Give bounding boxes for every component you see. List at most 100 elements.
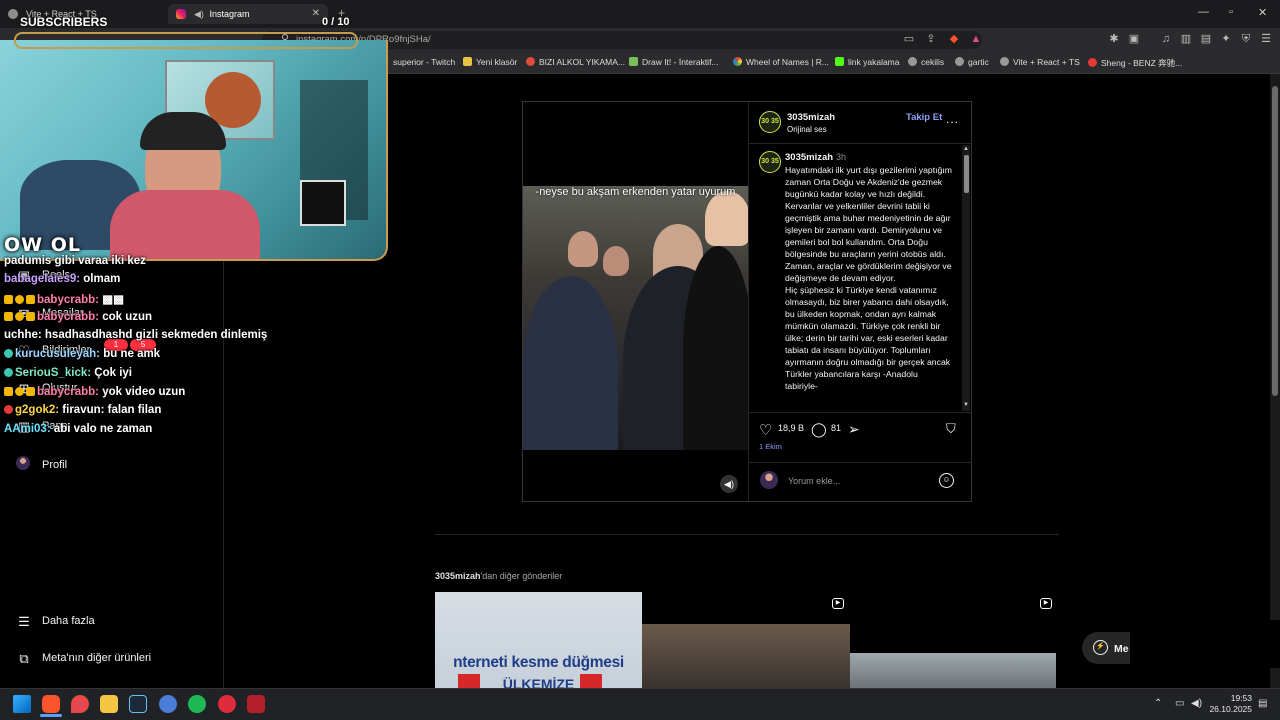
bookmark[interactable]: Draw It! - İnteraktif...	[629, 57, 719, 67]
divider	[748, 102, 749, 501]
bookmark[interactable]: Wheel of Names | R...	[733, 57, 829, 67]
post-thumbnail[interactable]	[850, 653, 1056, 688]
app-icon[interactable]	[159, 695, 177, 713]
caption-author-avatar[interactable]: 30 35	[759, 151, 781, 173]
like-icon[interactable]: ♡	[759, 421, 772, 439]
network-icon[interactable]: ▭	[1175, 698, 1184, 709]
chat-message: uchhe: hsadhasdhashd gizli sekmeden dinl…	[4, 329, 268, 341]
comments-count[interactable]: 81	[831, 423, 841, 433]
wallet-icon[interactable]: ▤	[1199, 32, 1213, 46]
post-author-avatar[interactable]: 30 35	[759, 111, 781, 133]
minimize-icon[interactable]: —	[1198, 6, 1209, 18]
bookmark[interactable]: link yakalama	[835, 57, 900, 67]
scroll-down-icon[interactable]: ▼	[963, 402, 969, 408]
sub-badge-icon	[4, 387, 13, 396]
comment-input[interactable]: Yorum ekle...	[788, 476, 840, 486]
badge-icon	[4, 405, 13, 414]
bookmark[interactable]: cekilis	[908, 57, 944, 67]
more-options-icon[interactable]: ...	[946, 112, 959, 126]
brave-icon[interactable]	[42, 695, 60, 713]
webcam-frame-bar	[14, 32, 358, 49]
subscribers-count: 0 / 10	[322, 16, 350, 28]
meta-apps-icon: ⧉	[19, 651, 29, 666]
gift-badge-icon	[26, 295, 35, 304]
chat-message: AAmi03: abi valo ne zaman	[4, 423, 153, 435]
badge-icon	[15, 387, 24, 396]
folder-icon[interactable]	[100, 695, 118, 713]
bookmark[interactable]: Sheng - BENZ 奔驰...	[1088, 57, 1182, 69]
sidebar-item-profile[interactable]: Profil	[16, 456, 67, 471]
person-head	[603, 246, 629, 276]
post-thumbnail[interactable]	[642, 624, 850, 688]
sidebar-item-more[interactable]: ☰ Daha fazla	[16, 614, 94, 629]
tab-instagram[interactable]: ◀) Instagram ✕	[168, 4, 328, 24]
chat-message: kurucusuleyah: bu ne amk	[4, 348, 160, 360]
post-date[interactable]: 1 Ekim	[759, 442, 782, 451]
post-username[interactable]: 3035mizah	[787, 112, 835, 123]
spotify-icon[interactable]	[188, 695, 206, 713]
install-icon[interactable]: ▭	[902, 32, 916, 46]
sidebar-item-meta[interactable]: ⧉ Meta'nın diğer ürünleri	[16, 651, 151, 666]
wheel-icon	[733, 57, 742, 66]
tray-chevron-icon[interactable]: ⌃	[1154, 698, 1162, 709]
bookmark[interactable]: gartic	[955, 57, 989, 67]
notifications-icon[interactable]: ▤	[1258, 698, 1267, 709]
leo-ai-icon[interactable]: ✦	[1219, 32, 1233, 46]
sidebar-icon[interactable]: ▥	[1179, 32, 1193, 46]
save-icon[interactable]: ⛉	[946, 421, 956, 437]
divider	[435, 534, 1059, 535]
folder-icon	[463, 57, 472, 66]
music-icon[interactable]: ♫	[1159, 32, 1173, 46]
messenger-icon[interactable]: ⚡	[1093, 640, 1108, 655]
reel-icon: ▶	[832, 598, 844, 609]
active-indicator	[40, 714, 62, 717]
youtube-icon	[1088, 58, 1097, 67]
more-posts-username[interactable]: 3035mizah	[435, 571, 481, 581]
thumbnail-text: nterneti kesme düğmesi	[453, 654, 624, 671]
screenshot-icon[interactable]: ▣	[1127, 32, 1141, 46]
app-icon[interactable]	[218, 695, 236, 713]
volume-icon[interactable]: ◀)	[1191, 698, 1202, 709]
follow-button[interactable]: Takip Et	[906, 112, 942, 123]
bookmark[interactable]: superior - Twitch	[393, 57, 455, 67]
bookmark[interactable]: Yeni klasör	[463, 57, 517, 67]
caption-text: Hayatımdaki ilk yurt dışı gezilerimi yap…	[785, 165, 953, 391]
vpn-icon[interactable]: ⛨	[1239, 32, 1253, 46]
close-tab-icon[interactable]: ✕	[312, 4, 320, 24]
scroll-up-icon[interactable]: ▲	[963, 146, 969, 152]
clock-time[interactable]: 19:53	[1222, 693, 1252, 703]
extensions-icon[interactable]: ✱	[1107, 32, 1121, 46]
chat-message: babycrabb: cok uzun	[4, 311, 152, 323]
game-icon[interactable]	[247, 695, 265, 713]
brave-shield-icon[interactable]: ◆	[947, 32, 961, 46]
steam-icon[interactable]	[129, 695, 147, 713]
mute-button[interactable]: ◀)	[720, 475, 738, 493]
emoji-icon[interactable]: ☺	[939, 473, 954, 488]
menu-icon[interactable]: ☰	[1259, 32, 1273, 46]
close-window-icon[interactable]: ✕	[1258, 6, 1267, 19]
post-audio[interactable]: Orijinal ses	[787, 125, 827, 134]
maps-icon[interactable]	[71, 695, 89, 713]
chat-message: SeriouS_kick: Çok iyi	[4, 367, 132, 379]
clock-date[interactable]: 26.10.2025	[1208, 704, 1252, 714]
comment-icon[interactable]: ◯	[811, 421, 827, 438]
caption-username[interactable]: 3035mizah	[785, 152, 833, 163]
share-icon[interactable]: ⇪	[924, 32, 938, 46]
share-icon[interactable]: ➢	[848, 421, 860, 438]
brave-rewards-icon[interactable]: ▲	[969, 32, 983, 46]
site-icon	[526, 57, 535, 66]
globe-icon	[908, 57, 917, 66]
gift-badge-icon	[26, 312, 35, 321]
windows-start-icon[interactable]	[13, 695, 31, 713]
bookmark[interactable]: BIZI ALKOL YIKAMA...	[526, 57, 625, 67]
sub-badge-icon	[4, 295, 13, 304]
globe-icon	[8, 9, 18, 19]
maximize-icon[interactable]: ▫	[1229, 6, 1233, 18]
post-video[interactable]	[523, 186, 748, 450]
likes-count[interactable]: 18,9 B	[778, 423, 804, 433]
caption-scrollbar-thumb[interactable]	[964, 155, 969, 193]
page-scrollbar-thumb[interactable]	[1272, 86, 1278, 396]
bookmark[interactable]: Vite + React + TS	[1000, 57, 1080, 67]
badge-icon	[15, 295, 24, 304]
messages-label[interactable]: Me	[1114, 643, 1129, 655]
